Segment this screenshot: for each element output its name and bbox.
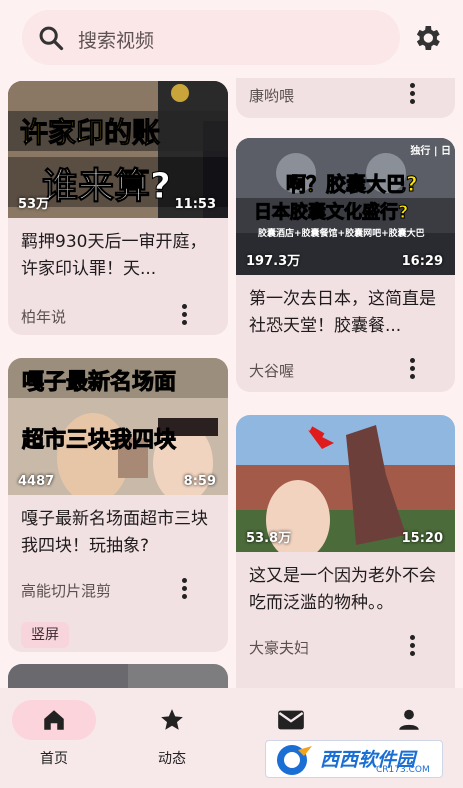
view-count: 197.3万 bbox=[246, 254, 301, 269]
thumbnail-overlay-top: 嘎子最新名场面 bbox=[21, 370, 177, 396]
video-thumbnail[interactable]: 53.8万 15:20 bbox=[236, 415, 455, 552]
video-duration: 11:53 bbox=[174, 197, 216, 212]
video-card[interactable]: 许家印的账 谁来算? 53万 11:53 羁押930天后一审开庭，许家印认罪！天… bbox=[8, 81, 228, 335]
person-icon bbox=[399, 709, 419, 730]
nav-item-feed[interactable]: 动态 bbox=[122, 700, 222, 768]
watermark-logo: 西西软件园 CR173.COM bbox=[265, 740, 443, 778]
thumbnail-overlay-mid: 日本胶囊文化盛行? bbox=[253, 202, 409, 224]
nav-pill-feed[interactable] bbox=[130, 700, 214, 740]
video-duration: 16:29 bbox=[401, 254, 443, 269]
video-thumbnail[interactable]: 许家印的账 谁来算? 53万 11:53 bbox=[8, 81, 228, 218]
view-count: 4487 bbox=[18, 474, 55, 489]
search-placeholder: 搜索视频 bbox=[78, 30, 155, 52]
more-options-icon[interactable] bbox=[402, 632, 422, 658]
thumbnail-corner-text: 独行 | 日 bbox=[410, 146, 451, 157]
video-title[interactable]: 这又是一个因为老外不会吃而泛滥的物种。。 bbox=[249, 563, 439, 617]
video-card[interactable] bbox=[8, 664, 228, 688]
more-options-icon[interactable] bbox=[174, 301, 194, 327]
video-thumbnail[interactable]: 独行 | 日 啊？胶囊大巴? 日本胶囊文化盛行? 胶囊酒店+胶囊餐馆+胶囊网吧+… bbox=[236, 138, 455, 275]
video-thumbnail[interactable]: 嘎子最新名场面 超市三块我四块 4487 8:59 bbox=[8, 358, 228, 495]
nav-item-home[interactable]: 首页 bbox=[4, 700, 104, 768]
nav-pill-home[interactable] bbox=[12, 700, 96, 740]
video-card[interactable]: 康哟喂 bbox=[236, 78, 455, 118]
view-count: 53万 bbox=[18, 197, 50, 212]
home-icon bbox=[44, 710, 64, 730]
thumbnail-overlay-bottom: 超市三块我四块 bbox=[21, 428, 177, 454]
video-card[interactable]: 嘎子最新名场面 超市三块我四块 4487 8:59 嘎子最新名场面超市三块我四块… bbox=[8, 358, 228, 652]
video-duration: 8:59 bbox=[183, 474, 216, 489]
video-title[interactable]: 羁押930天后一审开庭，许家印认罪！天... bbox=[21, 229, 211, 283]
video-title[interactable]: 嘎子最新名场面超市三块我四块！玩抽象? bbox=[21, 506, 211, 560]
view-count: 53.8万 bbox=[246, 531, 292, 546]
nav-label-feed: 动态 bbox=[158, 751, 186, 767]
star-icon bbox=[161, 709, 183, 730]
thumbnail-image bbox=[8, 664, 228, 688]
more-options-icon[interactable] bbox=[174, 575, 194, 601]
thumbnail-overlay-bottom: 胶囊酒店+胶囊餐馆+胶囊网吧+胶囊大巴 bbox=[258, 229, 425, 239]
video-feed[interactable]: 许家印的账 谁来算? 53万 11:53 羁押930天后一审开庭，许家印认罪！天… bbox=[0, 78, 463, 688]
video-author[interactable]: 康哟喂 bbox=[249, 85, 294, 106]
thumbnail-overlay-top: 啊？胶囊大巴? bbox=[286, 172, 419, 197]
vertical-video-tag: 竖屏 bbox=[21, 622, 69, 648]
video-title[interactable]: 第一次去日本，这简直是社恐天堂！胶囊餐... bbox=[249, 286, 439, 340]
watermark-emblem bbox=[277, 745, 312, 775]
more-options-icon[interactable] bbox=[402, 80, 422, 106]
thumbnail-overlay-bottom: 谁来算? bbox=[42, 166, 172, 208]
watermark-subtext: CR173.COM bbox=[376, 765, 430, 775]
video-author[interactable]: 大谷喔 bbox=[249, 360, 294, 381]
nav-pill-profile[interactable] bbox=[367, 700, 451, 740]
video-author[interactable]: 大豪夫妇 bbox=[249, 637, 309, 658]
video-duration: 15:20 bbox=[401, 531, 443, 546]
mail-icon bbox=[278, 710, 304, 730]
gear-icon[interactable] bbox=[411, 22, 443, 54]
video-author[interactable]: 高能切片混剪 bbox=[21, 580, 111, 601]
search-bar[interactable]: 搜索视频 bbox=[22, 10, 400, 65]
top-bar: 搜索视频 bbox=[0, 0, 463, 78]
video-card[interactable]: 独行 | 日 啊？胶囊大巴? 日本胶囊文化盛行? 胶囊酒店+胶囊餐馆+胶囊网吧+… bbox=[236, 138, 455, 392]
video-author[interactable]: 柏年说 bbox=[21, 306, 66, 327]
nav-label-home: 首页 bbox=[40, 751, 68, 767]
search-icon bbox=[39, 26, 64, 51]
video-card[interactable]: 53.8万 15:20 这又是一个因为老外不会吃而泛滥的物种。。 大豪夫妇 bbox=[236, 415, 455, 688]
more-options-icon[interactable] bbox=[402, 355, 422, 381]
nav-pill-messages[interactable] bbox=[249, 700, 333, 740]
thumbnail-overlay-top: 许家印的账 bbox=[19, 116, 161, 150]
